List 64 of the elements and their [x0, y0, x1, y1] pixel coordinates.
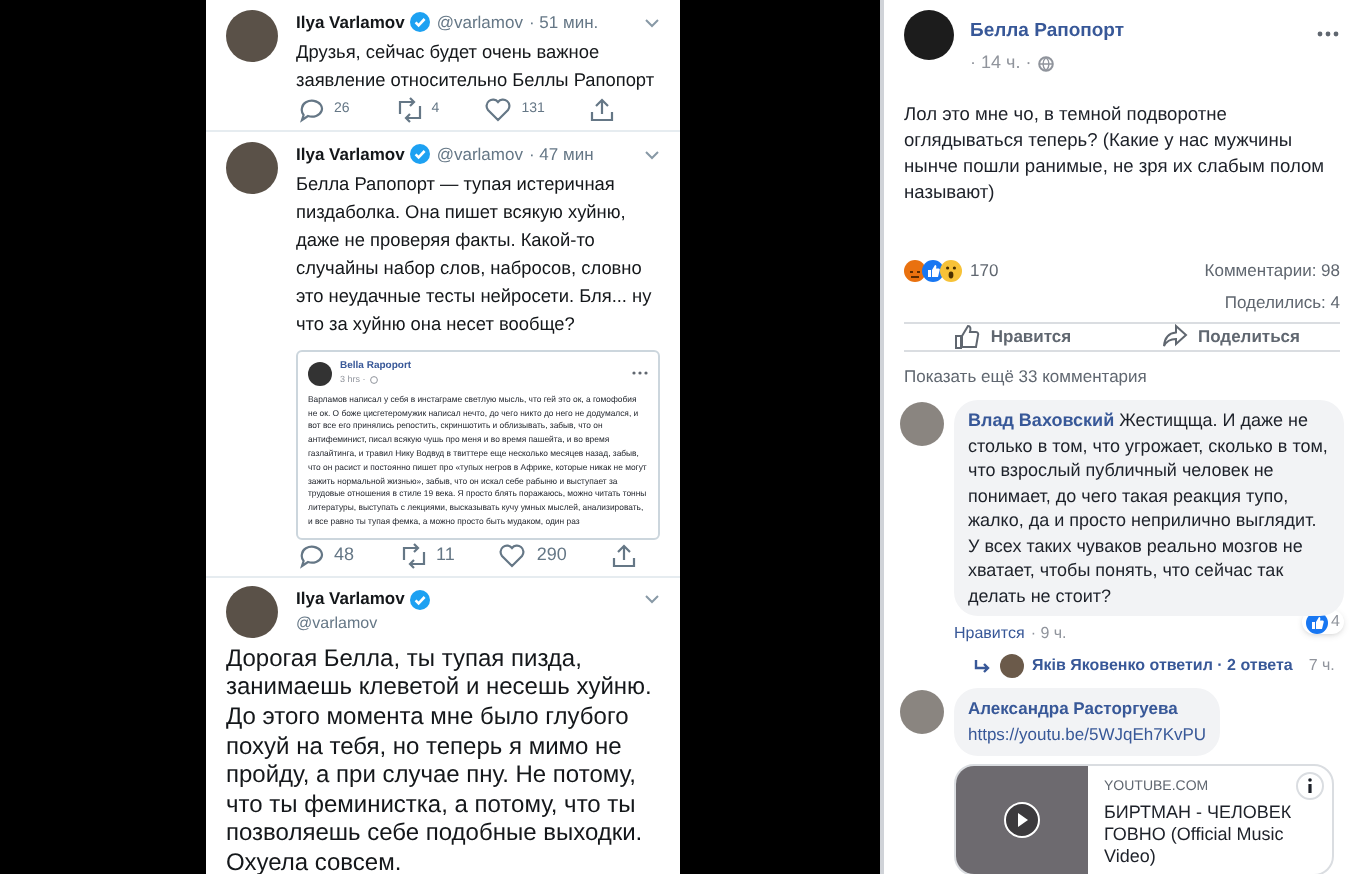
handle: @varlamov [436, 141, 523, 167]
avatar[interactable] [226, 585, 278, 638]
timestamp: · 51 мин. [528, 10, 599, 36]
retweet-icon[interactable] [398, 541, 427, 570]
heart-icon[interactable] [483, 95, 512, 124]
tweet-text: Дорогая Белла, ты тупая пизда, занимаешь клеветой и несешь хуйню. До этого момента мне было глубого похуй на тебя, но теперь я мимо не пройду, а при случае пну. Не потому, что ты феминистка, а потому, что ты позволяешь себе подобные выходки. Охуела совсем. [226, 643, 654, 874]
share-arrow-icon [1161, 324, 1188, 351]
heart-icon[interactable] [498, 541, 527, 570]
replies-link[interactable]: Яків Яковенко ответил · 2 ответа [1032, 654, 1293, 678]
avatar [308, 361, 332, 386]
reply-arrow-icon [974, 659, 992, 673]
more-icon[interactable] [1316, 30, 1340, 38]
like-link[interactable]: Нравится [954, 622, 1025, 646]
post-text: Лол это мне чо, в темной подворотне оглядываться теперь? (Какие у нас мужчины нынче пошли ранимые, не зря их слабым полом называют) [904, 101, 1327, 206]
avatar[interactable] [904, 10, 954, 60]
link-title: БИРТМАН - ЧЕЛОВЕК ГОВНО (Official Music Video) [1104, 802, 1292, 868]
like-count: 4 [1331, 610, 1340, 634]
comment-count[interactable]: Комментарии: 98 [1204, 257, 1340, 283]
handle: @varlamov [296, 612, 380, 637]
globe-icon [1037, 56, 1054, 72]
commenter-name[interactable]: Александра Расторгуева [968, 696, 1207, 722]
timestamp: · 14 ч. · [970, 50, 1032, 77]
timestamp: · 47 мин [528, 141, 594, 167]
chevron-icon[interactable] [644, 592, 660, 607]
author-name[interactable]: Ilya Varlamov [296, 141, 405, 167]
reply-icon[interactable] [296, 541, 324, 570]
tweet-text: Белла Рапопорт — тупая истеричная пиздаболка. Она пишет всякую хуйню, даже не проверяя факты. Какой-то случайны набор слов, набросов, словно это неудачные тесты нейросети. Бля... ну что за хуйню она несет вообще? [296, 171, 654, 337]
chevron-icon[interactable] [644, 15, 660, 30]
share-icon[interactable] [588, 95, 617, 124]
more-icon [632, 370, 648, 377]
globe-icon [369, 376, 378, 385]
share-count[interactable]: Поделились: 4 [1224, 289, 1340, 315]
play-icon [1004, 801, 1040, 837]
thumbs-up-icon [954, 324, 981, 351]
verified-icon [410, 12, 431, 33]
reply-count: 48 [334, 541, 355, 568]
author-name[interactable]: Белла Рапопорт [970, 18, 1300, 47]
chevron-icon[interactable] [644, 147, 660, 162]
link[interactable]: https://youtu.be/5WJqEh7KvPU [968, 721, 1207, 747]
commenter-name[interactable]: Влад Ваховский [968, 410, 1115, 430]
retweet-count: 11 [436, 541, 455, 568]
timestamp: · 9 ч. [1030, 622, 1067, 646]
share-button[interactable]: Поделиться [1122, 324, 1340, 351]
like-button[interactable]: Нравится [904, 324, 1122, 351]
tweet-text: Друзья, сейчас будет очень важное заявление относительно Беллы Рапопорт [296, 39, 657, 94]
retweet-icon[interactable] [393, 95, 422, 124]
reaction-count[interactable]: 170 [970, 257, 999, 283]
avatar [1000, 654, 1024, 678]
more-comments-link[interactable]: Показать ещё 33 комментария [904, 364, 1147, 390]
comment-text: Влад Ваховский Жестищща. И даже не столько в том, что угрожает, сколько в том, что взрослый публичный человек не понимает, до чего такая реакция тупо, жалко, да и просто неприлично выглядит. У всех таких чуваков реально мозгов не хватает, чтобы понять, что сейчас так делать не стоит? [968, 408, 1330, 608]
like-count: 290 [536, 541, 567, 568]
share-icon[interactable] [610, 541, 639, 570]
avatar[interactable] [226, 10, 278, 62]
like-reaction-icon [1305, 611, 1328, 633]
author-name[interactable]: Ilya Varlamov [296, 10, 405, 36]
avatar[interactable] [226, 141, 278, 194]
info-icon[interactable] [1296, 771, 1324, 799]
wow-reaction-icon [940, 259, 962, 282]
reply-icon[interactable] [296, 95, 324, 124]
handle: @varlamov [436, 10, 523, 36]
verified-icon [410, 589, 431, 610]
verified-icon [410, 144, 431, 165]
author-name[interactable]: Ilya Varlamov [296, 586, 405, 613]
timestamp: 7 ч. [1308, 654, 1335, 678]
